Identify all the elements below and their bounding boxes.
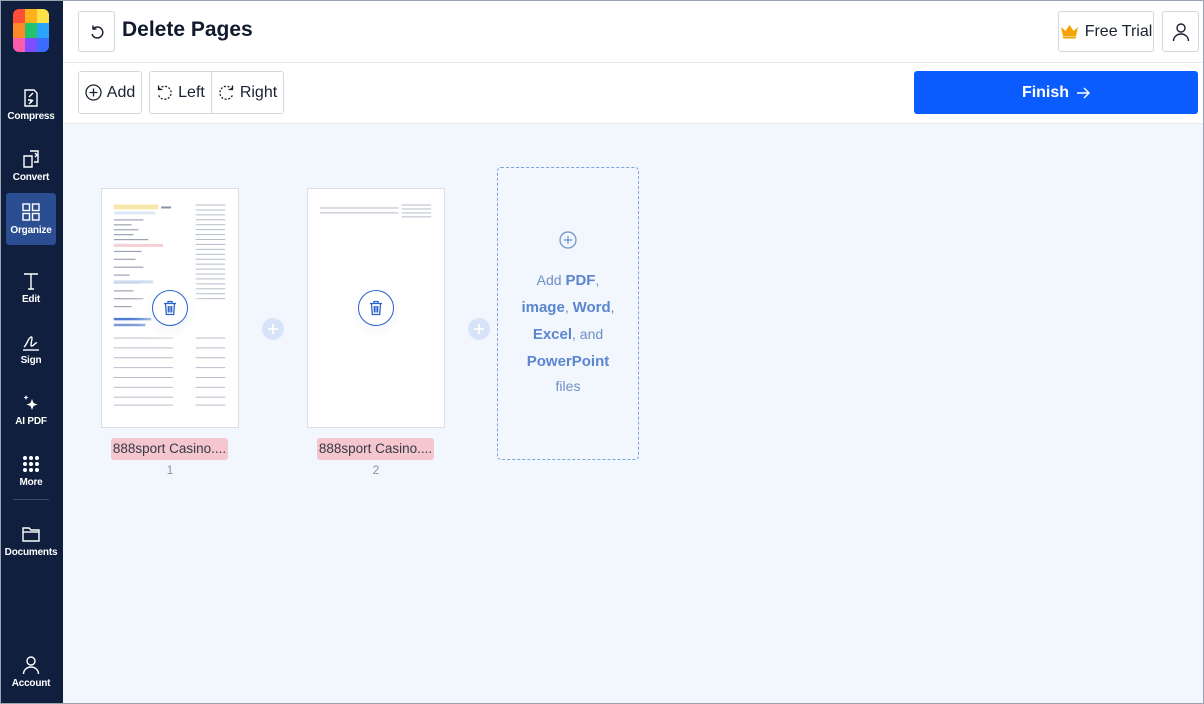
- sidebar-divider: [13, 499, 49, 500]
- sidebar-item-organize[interactable]: Organize: [6, 193, 56, 245]
- delete-page-button[interactable]: [358, 290, 394, 326]
- user-icon: [1172, 22, 1189, 41]
- sidebar-item-label: Convert: [12, 171, 50, 183]
- undo-button[interactable]: [78, 11, 115, 52]
- arrow-right-icon: [1077, 87, 1091, 98]
- edit-text-icon: [24, 272, 38, 290]
- page-thumbnail-1[interactable]: [101, 188, 239, 428]
- toolbar: Add Left Right Finish: [63, 63, 1204, 124]
- page-number: 1: [166, 463, 174, 477]
- signature-icon: [23, 335, 39, 351]
- rotate-left-button[interactable]: Left: [150, 72, 212, 113]
- sidebar-item-label: Compress: [7, 110, 55, 122]
- rotate-right-icon: [219, 85, 233, 100]
- sidebar-item-edit[interactable]: Edit: [6, 262, 56, 314]
- sidebar-item-label: AI PDF: [15, 415, 47, 427]
- page-number: 2: [372, 463, 380, 477]
- free-trial-button[interactable]: Free Trial: [1058, 11, 1154, 52]
- add-button[interactable]: Add: [78, 71, 142, 114]
- finish-button[interactable]: Finish: [914, 71, 1198, 114]
- sidebar-item-label: Sign: [20, 354, 42, 366]
- sidebar-item-label: Account: [11, 677, 51, 689]
- page-filename: 888sport Casino....: [111, 438, 228, 460]
- profile-button[interactable]: [1162, 11, 1199, 52]
- sidebar-item-documents[interactable]: Documents: [4, 515, 58, 567]
- insert-page-button[interactable]: [262, 318, 284, 340]
- rotate-right-button[interactable]: Right: [212, 72, 283, 113]
- compress-icon: [24, 88, 38, 107]
- page-thumbnail-2[interactable]: [307, 188, 445, 428]
- user-icon: [22, 655, 40, 674]
- crown-icon: [1060, 25, 1078, 39]
- page-filename: 888sport Casino....: [317, 438, 434, 460]
- sidebar-item-more[interactable]: More: [6, 445, 56, 497]
- rotate-left-icon: [158, 85, 172, 100]
- sidebar-item-account[interactable]: Account: [6, 646, 56, 698]
- folder-icon: [22, 526, 40, 542]
- sidebar: Compress Convert Organize Edit Sign AI P…: [0, 0, 63, 704]
- add-files-text: Add PDF, image, Word, Excel, and PowerPo…: [521, 271, 615, 394]
- sidebar-item-label: More: [19, 476, 43, 488]
- rotate-group: Left Right: [149, 71, 284, 114]
- sidebar-item-compress[interactable]: Compress: [6, 79, 56, 131]
- sidebar-item-label: Edit: [21, 293, 41, 305]
- convert-icon: [23, 149, 39, 168]
- rotate-left-label: Left: [178, 83, 205, 101]
- trash-icon: [370, 300, 382, 316]
- sidebar-item-label: Documents: [4, 546, 58, 558]
- delete-page-button[interactable]: [152, 290, 188, 326]
- sidebar-item-convert[interactable]: Convert: [6, 140, 56, 192]
- plus-circle-icon: [559, 230, 577, 249]
- plus-circle-icon: [85, 84, 102, 101]
- app-logo[interactable]: [13, 9, 49, 52]
- trash-icon: [164, 300, 176, 316]
- plus-icon: [474, 324, 484, 334]
- add-label: Add: [106, 83, 136, 101]
- sidebar-item-ai-pdf[interactable]: AI PDF: [6, 384, 56, 436]
- finish-label: Finish: [1021, 83, 1070, 101]
- header: Delete Pages Free Trial: [63, 0, 1204, 63]
- grid-dots-icon: [23, 455, 39, 472]
- sparkle-icon: [23, 394, 38, 410]
- free-trial-label: Free Trial: [1084, 22, 1153, 40]
- page-title: Delete Pages: [122, 18, 253, 41]
- page-workspace: 888sport Casino.... 1 888sport Casino...…: [63, 124, 1204, 704]
- insert-page-button[interactable]: [468, 318, 490, 340]
- sidebar-item-label: Organize: [10, 224, 52, 236]
- rotate-right-label: Right: [239, 83, 278, 101]
- organize-icon: [22, 202, 40, 221]
- add-files-dropzone[interactable]: Add PDF, image, Word, Excel, and PowerPo…: [497, 167, 639, 460]
- undo-icon: [90, 25, 104, 39]
- sidebar-item-sign[interactable]: Sign: [6, 323, 56, 375]
- plus-icon: [268, 324, 278, 334]
